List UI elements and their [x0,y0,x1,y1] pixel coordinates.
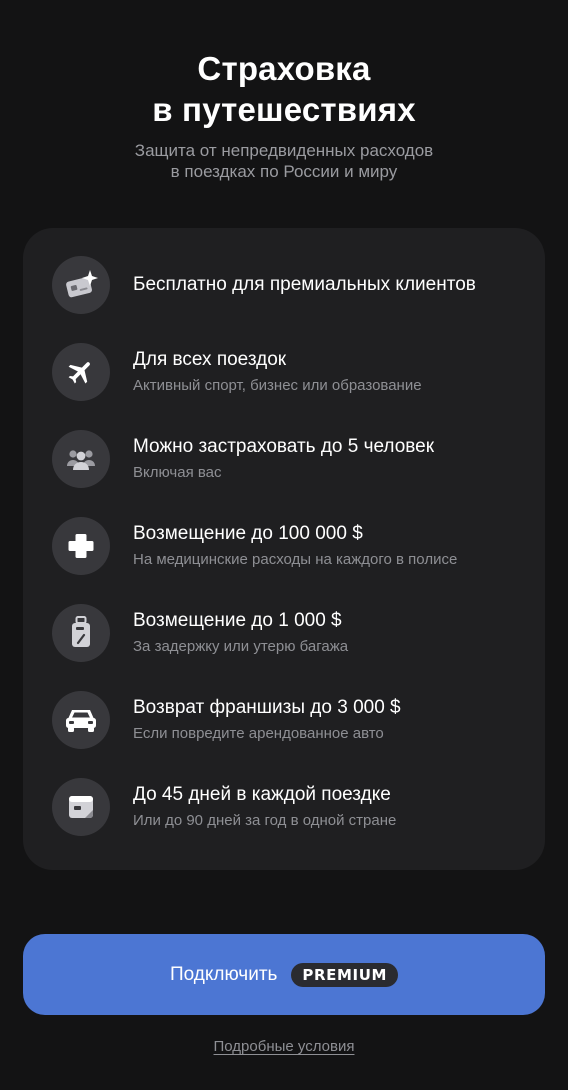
feature-title: До 45 дней в каждой поездке [133,784,391,805]
feature-text: До 45 дней в каждой поездке Или до 90 дн… [133,778,528,836]
header: Страховка в путешествиях Защита от непре… [0,48,568,182]
feature-item-premium-free: Бесплатно для премиальных клиентов [52,256,522,314]
feature-subtitle: Или до 90 дней за год в одной стране [133,812,397,829]
feature-item-duration: До 45 дней в каждой поездке Или до 90 дн… [52,778,522,836]
page-subtitle-line-1: Защита от непредвиденных расходов [134,141,434,160]
feature-item-luggage: Возмещение до 1 000 $ За задержку или ут… [52,604,522,662]
feature-text: Бесплатно для премиальных клиентов [133,256,528,314]
page-subtitle: Защита от непредвиденных расходов в поез… [0,140,568,182]
connect-premium-button[interactable]: Подключить PREMIUM [23,934,545,1015]
feature-text: Возмещение до 1 000 $ За задержку или ут… [133,604,528,662]
features-card: Бесплатно для премиальных клиентов Для в… [23,228,545,870]
feature-subtitle: Включая вас [133,464,222,481]
premium-badge: PREMIUM [291,962,399,987]
page-title: Страховка в путешествиях [0,48,568,130]
luggage-tag-icon [52,604,110,662]
premium-card-sparkle-icon [52,256,110,314]
feature-text: Возмещение до 100 000 $ На медицинские р… [133,517,528,575]
feature-text: Возврат франшизы до 3 000 $ Если повреди… [133,691,528,749]
feature-title: Для всех поездок [133,349,287,370]
feature-item-franchise: Возврат франшизы до 3 000 $ Если повреди… [52,691,522,749]
page-title-line-2: в путешествиях [152,91,416,128]
people-group-icon [52,430,110,488]
terms-link-row: Подробные условия [0,1038,568,1055]
terms-link[interactable]: Подробные условия [214,1038,355,1055]
feature-title: Возврат франшизы до 3 000 $ [133,697,401,718]
feature-item-five-people: Можно застраховать до 5 человек Включая … [52,430,522,488]
page-subtitle-line-2: в поездках по России и миру [170,162,398,181]
feature-title: Возмещение до 100 000 $ [133,523,363,544]
airplane-icon [52,343,110,401]
feature-subtitle: Активный спорт, бизнес или образование [133,377,422,394]
feature-subtitle: За задержку или утерю багажа [133,638,349,655]
feature-text: Для всех поездок Активный спорт, бизнес … [133,343,528,401]
calendar-days-icon [52,778,110,836]
medical-cross-icon [52,517,110,575]
feature-title: Бесплатно для премиальных клиентов [133,274,476,295]
feature-item-medical: Возмещение до 100 000 $ На медицинские р… [52,517,522,575]
page-title-line-1: Страховка [197,50,371,87]
connect-button-label: Подключить [169,963,278,985]
feature-title: Можно застраховать до 5 человек [133,436,435,457]
feature-title: Возмещение до 1 000 $ [133,610,342,631]
feature-subtitle: Если повредите арендованное авто [133,725,384,742]
feature-subtitle: На медицинские расходы на каждого в поли… [133,551,458,568]
feature-text: Можно застраховать до 5 человек Включая … [133,430,528,488]
feature-item-all-trips: Для всех поездок Активный спорт, бизнес … [52,343,522,401]
car-icon [52,691,110,749]
